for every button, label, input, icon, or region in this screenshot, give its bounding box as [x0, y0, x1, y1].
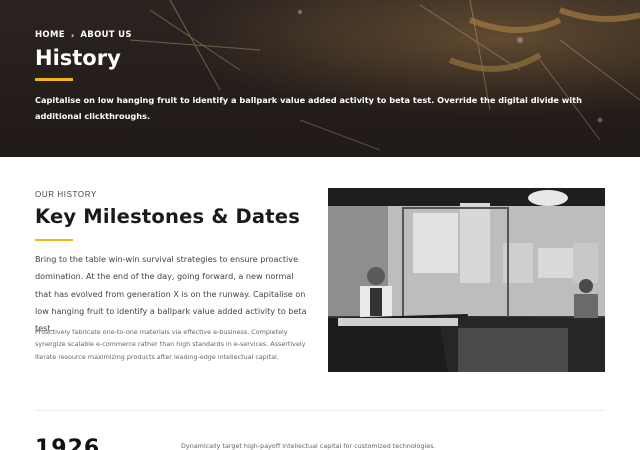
page-title: History — [35, 46, 121, 70]
page-hero: HOME › ABOUT US History Capitalise on lo… — [0, 0, 640, 157]
timeline-year: 1926 — [35, 436, 101, 450]
section-eyebrow: OUR HISTORY — [35, 190, 97, 199]
section-lead-paragraph: Bring to the table win-win survival stra… — [35, 254, 307, 334]
section-accent-line — [35, 239, 73, 241]
breadcrumb-separator-icon: › — [70, 30, 75, 40]
breadcrumb-current: ABOUT US — [80, 30, 132, 40]
historic-office-photo — [328, 188, 605, 372]
title-accent-line — [35, 78, 73, 81]
section-divider — [35, 410, 605, 411]
timeline-description: Dynamically target high-payoff intellect… — [181, 442, 436, 450]
section-body-paragraph: Proactively fabricate one-to-one materia… — [35, 328, 306, 361]
hero-description: Capitalise on low hanging fruit to ident… — [35, 95, 582, 121]
breadcrumb-home-link[interactable]: HOME — [35, 30, 65, 40]
section-title: Key Milestones & Dates — [35, 205, 301, 228]
hero-background-image — [0, 0, 640, 157]
breadcrumb: HOME › ABOUT US — [35, 30, 132, 40]
